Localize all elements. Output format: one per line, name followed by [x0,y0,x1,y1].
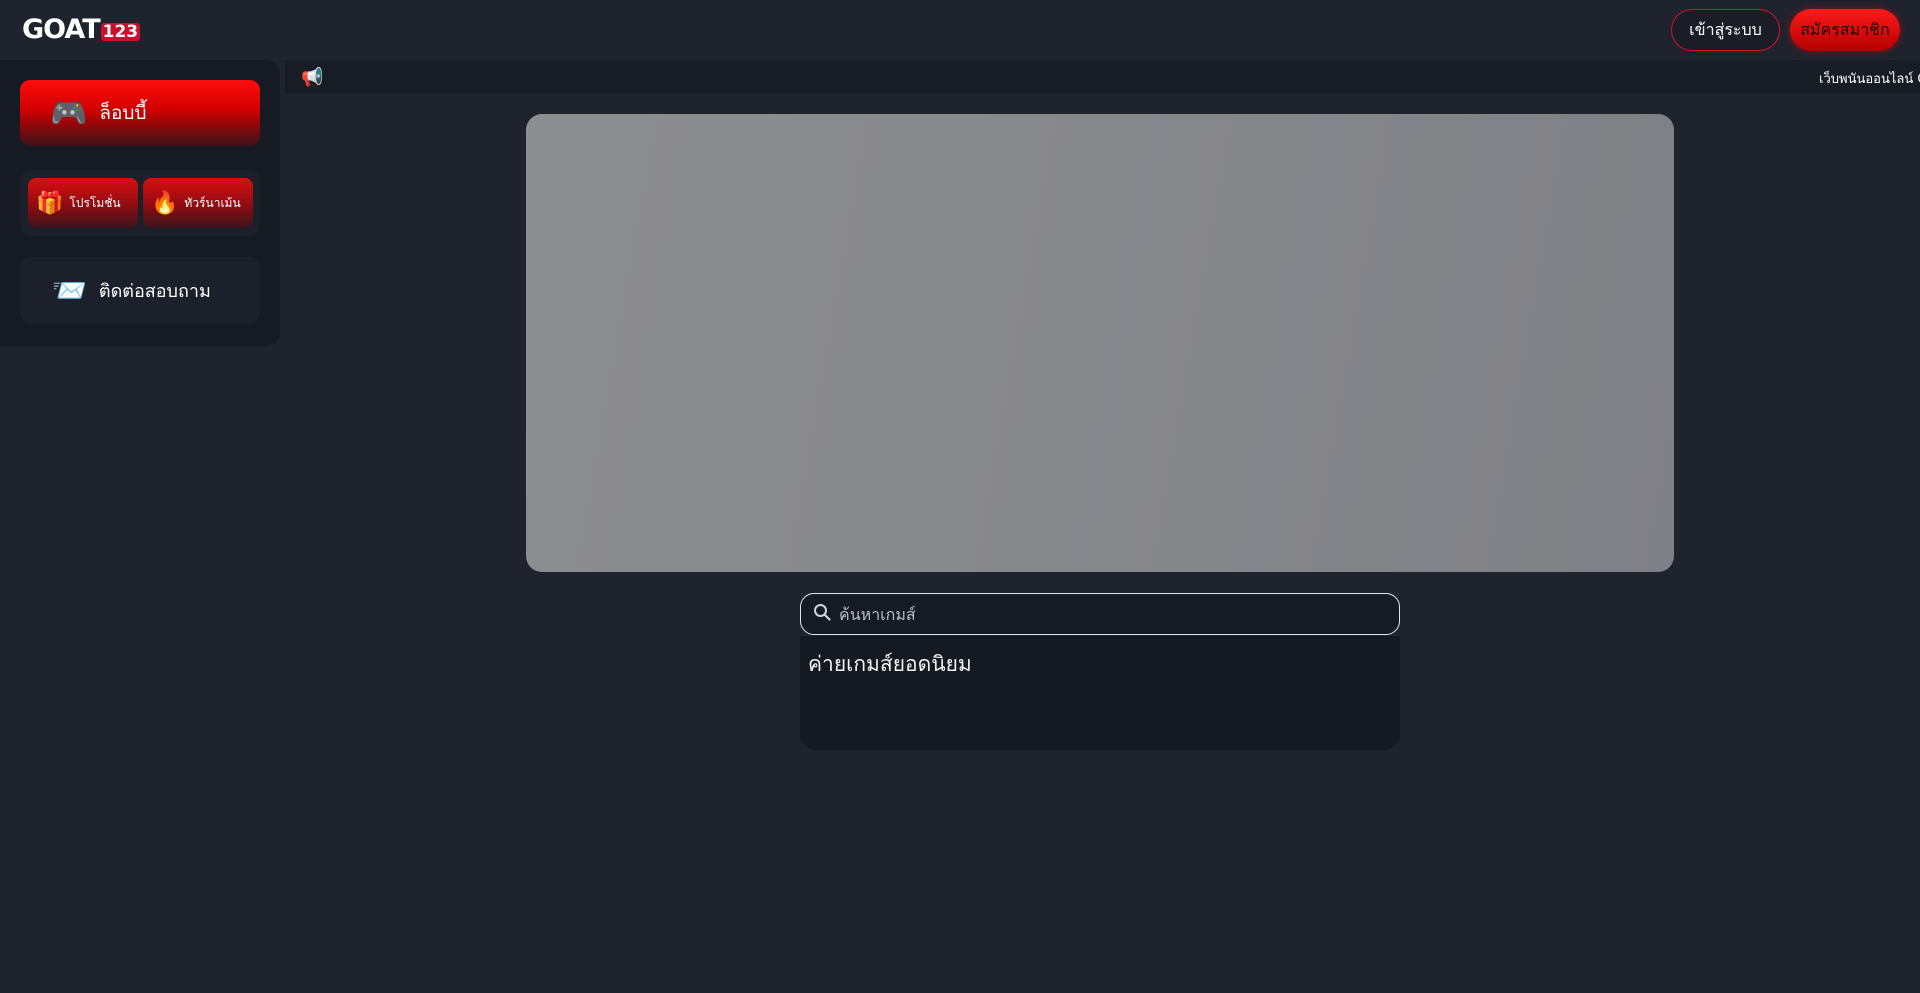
sidebar-item-contact[interactable]: 📨 ติดต่อสอบถาม [20,257,260,323]
sidebar-item-label: โปรโมชั่น [69,195,121,210]
search-bar [800,593,1400,635]
login-button-label: เข้าสู่ระบบ [1689,19,1762,39]
sidebar-item-promotion[interactable]: 🎁 โปรโมชั่น [28,178,138,228]
logo-text: GOAT [22,13,101,45]
providers-title: ค่ายเกมส์ยอดนิยม [808,652,972,676]
page: GOAT 123 เข้าสู่ระบบ สมัครสมาชิก 🎮 ล็อบบ… [0,0,1920,993]
header: GOAT 123 เข้าสู่ระบบ สมัครสมาชิก [0,0,1920,60]
providers-panel: ค่ายเกมส์ยอดนิยม [800,636,1400,750]
announcement-text: เว็บพนันออนไลน์ G [1819,72,1920,87]
login-button[interactable]: เข้าสู่ระบบ [1671,9,1780,51]
register-button[interactable]: สมัครสมาชิก [1790,9,1900,51]
gift-icon: 🎁 [36,190,64,216]
hero-banner[interactable] [526,114,1674,572]
fire-icon: 🔥 [151,190,179,216]
search-icon [813,603,831,626]
sidebar-item-label: ทัวร์นาเม้น [184,195,241,210]
gamepad-icon: 🎮 [50,95,88,131]
announcement-bar: 📢 เว็บพนันออนไลน์ G [285,60,1920,94]
register-button-label: สมัครสมาชิก [1800,19,1890,39]
logo-number: 123 [100,22,141,42]
sidebar-item-label: ติดต่อสอบถาม [98,280,211,302]
search-input[interactable] [839,604,1399,624]
megaphone-icon: 📢 [301,67,324,88]
sidebar-item-lobby[interactable]: 🎮 ล็อบบี้ [20,80,260,146]
sidebar-item-tournament[interactable]: 🔥 ทัวร์นาเม้น [143,178,253,228]
sidebar-quick-links: 🎁 โปรโมชั่น 🔥 ทัวร์นาเม้น [20,170,260,236]
sidebar: 🎮 ล็อบบี้ 🎁 โปรโมชั่น 🔥 ทัวร์นาเม้น 📨 ติ… [0,60,280,346]
sidebar-item-label: ล็อบบี้ [99,102,147,124]
paper-plane-icon: 📨 [52,273,87,307]
site-logo[interactable]: GOAT 123 [22,13,141,45]
